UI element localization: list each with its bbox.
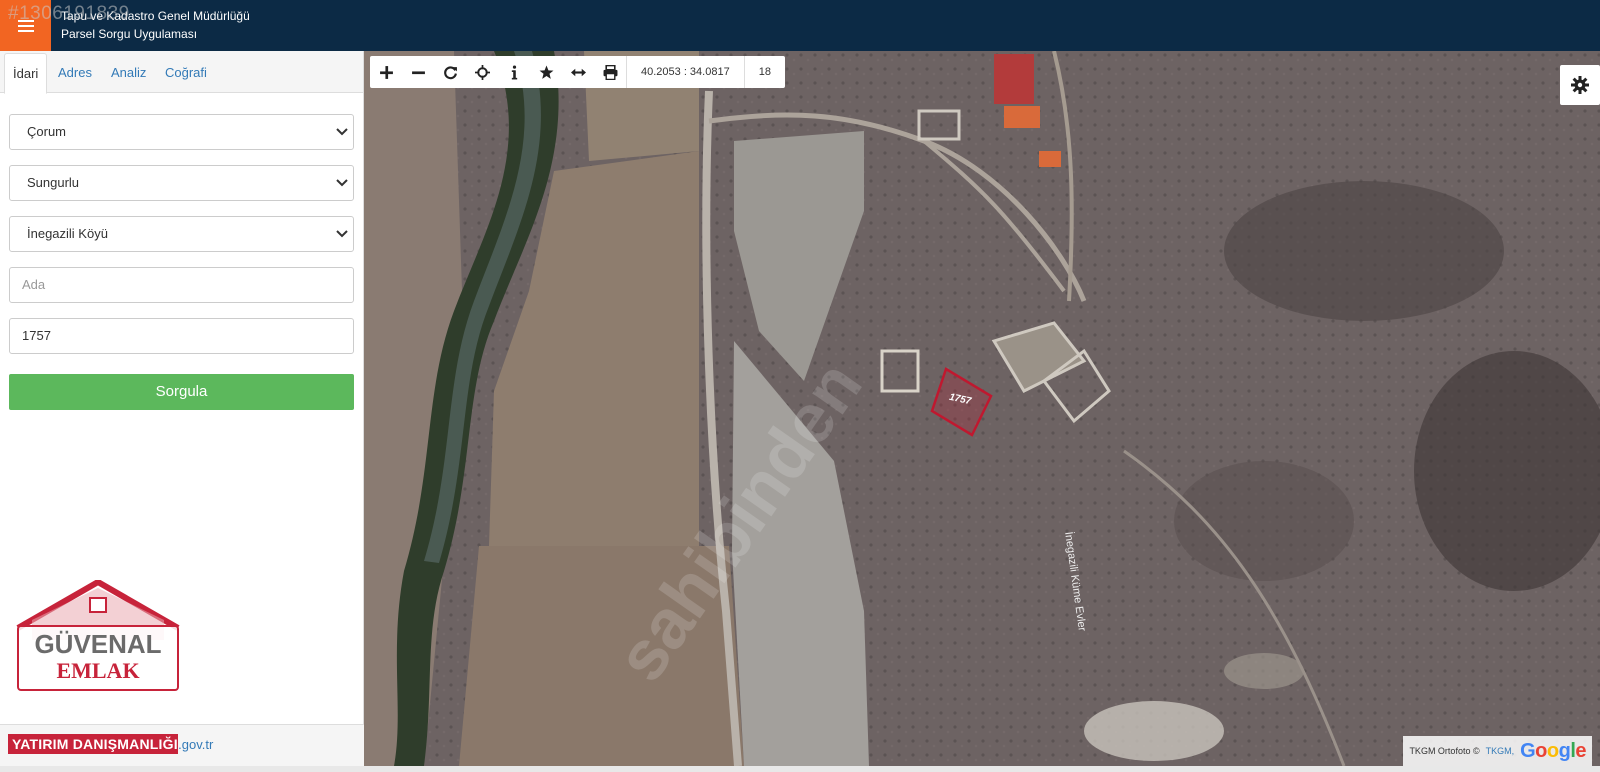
star-icon [539,65,553,79]
guvenal-emlak-logo: GÜVENAL EMLAK [16,580,180,691]
settings-button[interactable] [1560,65,1600,105]
mahalle-select[interactable]: İnegazili Köyü [9,216,354,252]
coordinate-readout: 40.2053 : 34.0817 [626,56,744,88]
ilce-select-value: Sungurlu [27,175,80,190]
map-toolbar: 40.2053 : 34.0817 18 [370,56,785,88]
sorgula-button[interactable]: Sorgula [9,374,354,410]
ada-input-placeholder: Ada [22,277,46,292]
listing-id-watermark: #1306191839 [8,3,130,24]
logo-tagline: YATIRIM DANIŞMANLIĞI [8,734,178,754]
zoom-in-icon [379,65,393,79]
attribution-tkgm-link[interactable]: TKGM, [1486,746,1515,756]
map-view[interactable]: sahibinden İnegazili Küme Evler 1757 40.… [364,51,1600,766]
locate-button[interactable] [466,56,498,88]
zoom-in-button[interactable] [370,56,402,88]
tab-cografi[interactable]: Coğrafi [157,53,215,93]
zoom-out-icon [411,70,425,74]
chevron-down-icon [336,179,348,187]
tab-analiz[interactable]: Analiz [103,53,154,93]
measure-button[interactable] [562,56,594,88]
map-attribution: TKGM Ortofoto © TKGM, Google [1403,736,1592,766]
chevron-down-icon [336,128,348,136]
ada-input[interactable]: Ada [9,267,354,303]
locate-icon [474,64,490,80]
info-icon [511,65,517,79]
print-icon [603,64,617,80]
chevron-down-icon [336,230,348,238]
app-title-line2: Parsel Sorgu Uygulaması [61,27,198,41]
parsel-input-value: 1757 [22,328,51,343]
google-logo: Google [1520,739,1586,762]
refresh-button[interactable] [434,56,466,88]
gear-icon [1571,76,1589,94]
zoom-out-button[interactable] [402,56,434,88]
measure-icon [570,68,586,76]
il-select-value: Çorum [27,124,67,139]
window-bottom-edge [0,766,1600,772]
tab-adres[interactable]: Adres [50,53,100,93]
ilce-select[interactable]: Sungurlu [9,165,354,201]
app-header: Tapu ve Kadastro Genel Müdürlüğü Parsel … [0,0,1600,51]
tab-idari[interactable]: İdari [4,53,48,94]
print-button[interactable] [594,56,626,88]
info-button[interactable] [498,56,530,88]
tab-bar: İdari Adres Analiz Coğrafi [0,51,363,94]
svg-text:EMLAK: EMLAK [56,658,139,683]
attribution-text: TKGM Ortofoto © [1409,746,1480,756]
svg-text:GÜVENAL: GÜVENAL [34,629,161,659]
mahalle-select-value: İnegazili Köyü [27,226,108,241]
parsel-input[interactable]: 1757 [9,318,354,354]
refresh-icon [443,65,457,79]
il-select[interactable]: Çorum [9,114,354,150]
satellite-imagery [364,51,1600,766]
favorites-button[interactable] [530,56,562,88]
zoom-level-readout: 18 [743,56,785,88]
